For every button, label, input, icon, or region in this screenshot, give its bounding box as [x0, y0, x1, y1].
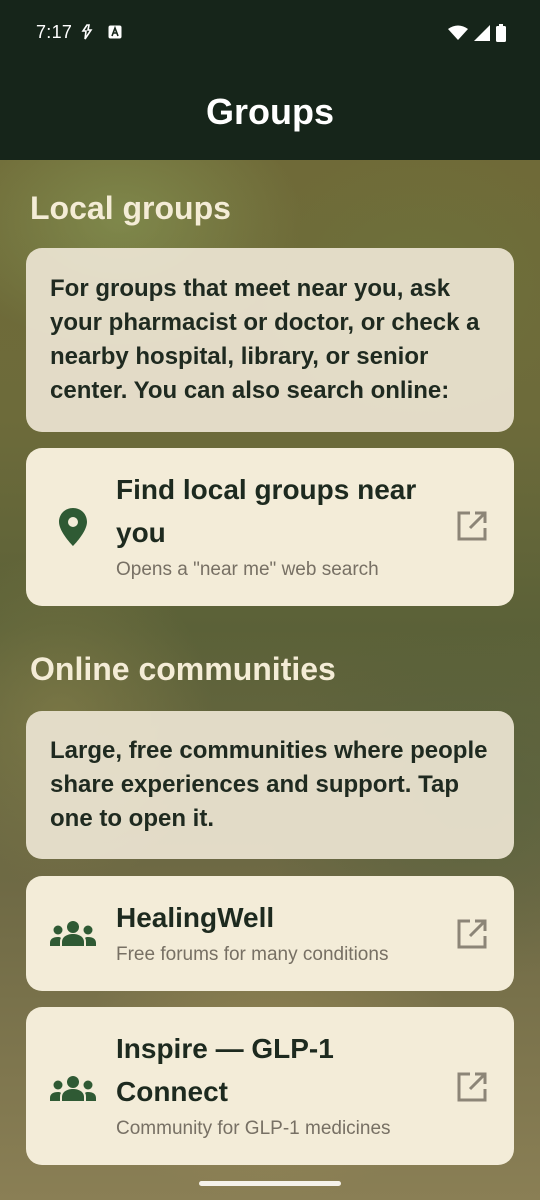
open-external-icon [456, 510, 488, 542]
healingwell-title: HealingWell [116, 902, 275, 933]
battery-icon [496, 24, 506, 47]
location-pin-icon [50, 504, 96, 550]
cell-signal-icon [474, 25, 490, 46]
status-time: 7:17 [36, 22, 73, 42]
open-external-icon [456, 918, 488, 950]
open-external-icon [456, 1071, 488, 1103]
find-local-groups-title: Find local groups near you [116, 474, 417, 548]
status-bar: 7:17 [0, 0, 540, 66]
local-groups-info-text: For groups that meet near you, ask your … [50, 275, 480, 404]
page-title: Groups [205, 91, 334, 132]
inspire-glp1-subtitle: Community for GLP-1 medicines [116, 1118, 391, 1139]
healingwell-subtitle: Free forums for many conditions [116, 944, 389, 965]
find-local-groups-link[interactable]: Find local groups near you Opens a "near… [26, 448, 514, 606]
local-groups-info-card: For groups that meet near you, ask your … [26, 248, 514, 432]
local-groups-heading: Local groups [30, 190, 231, 226]
groups-icon [50, 1065, 96, 1111]
find-local-groups-subtitle: Opens a "near me" web search [116, 559, 379, 580]
healingwell-link[interactable]: HealingWell Free forums for many conditi… [26, 876, 514, 991]
app-bar: Groups [0, 66, 540, 160]
online-communities-info-text: Large, free communities where people sha… [50, 737, 488, 832]
keyboard-icon [108, 25, 122, 44]
inspire-glp1-link[interactable]: Inspire — GLP-1 Connect Community for GL… [26, 1007, 514, 1165]
wifi-icon [448, 25, 468, 46]
groups-icon [50, 910, 96, 956]
home-indicator[interactable] [199, 1181, 341, 1186]
online-communities-heading: Online communities [30, 651, 336, 687]
inspire-glp1-title: Inspire — GLP-1 Connect [116, 1033, 334, 1107]
data-saver-icon [80, 24, 94, 45]
online-communities-info-card: Large, free communities where people sha… [26, 711, 514, 859]
